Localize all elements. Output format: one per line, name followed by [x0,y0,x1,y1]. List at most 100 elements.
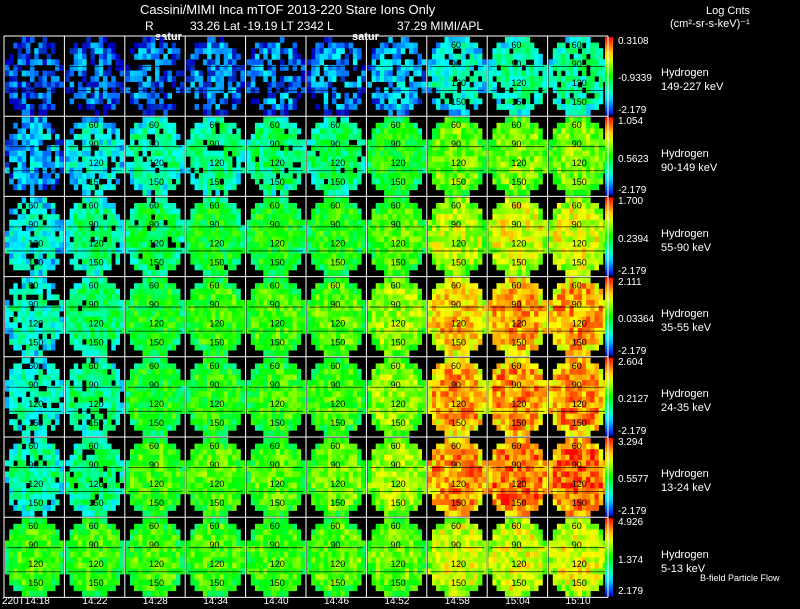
image-pixel [288,258,293,265]
image-pixel [202,178,208,185]
image-pixel [13,98,18,105]
image-pixel [284,197,289,204]
image-pixel [427,70,433,77]
image-pixel [296,208,302,215]
image-pixel [586,48,591,55]
image-pixel [77,339,83,345]
image-pixel [223,225,229,232]
image-pixel [202,339,208,345]
image-pixel [167,104,172,110]
image-pixel [375,264,381,271]
image-pixel [529,156,535,163]
image-pixel [598,253,604,260]
image-pixel [556,128,562,135]
image-pixel [482,76,487,82]
image-pixel [25,178,31,185]
image-pixel [59,139,64,146]
image-pixel [319,208,324,215]
image-pixel [292,139,297,146]
image-pixel [250,70,256,77]
image-pixel [500,81,506,88]
image-pixel [175,70,181,77]
image-pixel [194,48,199,55]
image-pixel [180,161,185,168]
image-pixel [159,350,164,357]
image-pixel [102,150,108,157]
image-pixel [82,277,87,284]
image-pixel [102,350,108,357]
image-pixel [436,203,441,209]
image-pixel [436,104,441,110]
image-pixel [565,242,570,248]
image-pixel [236,139,241,146]
image-pixel [102,219,108,226]
image-pixel [413,161,418,168]
image-pixel [13,219,18,226]
image-pixel [323,92,329,99]
image-pixel [565,258,570,265]
image-pixel [250,208,256,215]
image-pixel [319,59,324,66]
image-pixel [236,134,241,140]
image-pixel [46,230,52,237]
image-pixel [82,134,87,140]
image-pixel [352,53,358,60]
image-pixel [307,150,312,157]
image-pixel [538,230,543,237]
angle-label: 120 [451,158,466,168]
image-pixel [367,230,372,237]
image-pixel [409,173,414,179]
image-pixel [307,242,312,248]
image-pixel [452,150,458,157]
image-pixel [82,122,87,129]
image-pixel [384,230,389,237]
image-pixel [115,161,120,168]
image-pixel [232,264,237,271]
image-pixel [500,203,506,209]
image-pixel [211,311,216,317]
image-pixel [240,230,245,237]
image-pixel [548,70,554,77]
image-pixel [319,225,324,232]
image-pixel [202,283,208,290]
image-pixel [432,139,437,146]
image-pixel [254,128,260,135]
image-pixel [50,253,56,260]
image-pixel [569,230,574,237]
image-pixel [432,178,437,185]
image-pixel [327,48,333,55]
image-pixel [38,270,43,276]
image-pixel [46,161,52,168]
image-pixel [194,288,199,295]
image-pixel [586,219,591,226]
image-pixel [219,76,225,82]
image-pixel [371,53,377,60]
image-pixel [561,203,566,209]
image-pixel [107,219,112,226]
image-pixel [323,81,329,88]
image-pixel [115,339,120,345]
image-pixel [586,208,591,215]
image-pixel [582,219,587,226]
image-pixel [319,264,324,271]
image-pixel [73,92,79,99]
image-pixel [198,294,204,301]
image-pixel [171,42,177,49]
image-pixel [259,203,264,209]
image-pixel [388,70,393,77]
image-pixel [340,109,345,116]
image-pixel [30,117,35,124]
image-pixel [38,117,43,124]
image-pixel [73,48,79,55]
image-pixel [59,81,64,88]
image-pixel [21,81,27,88]
image-pixel [409,161,414,168]
image-pixel [163,270,168,276]
image-pixel [521,134,527,140]
image-pixel [598,173,604,179]
image-pixel [263,128,268,135]
image-pixel [348,178,354,185]
image-pixel [436,173,441,179]
image-pixel [190,236,195,243]
image-pixel [130,299,135,306]
